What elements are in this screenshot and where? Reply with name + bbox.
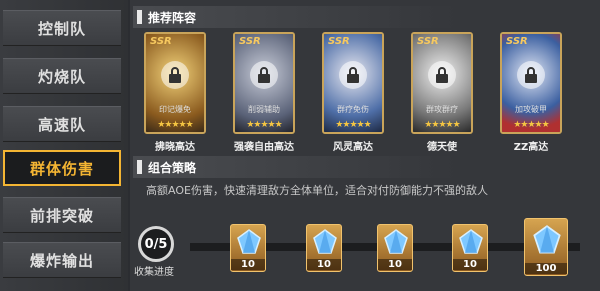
blue-crystal-icon — [384, 229, 408, 254]
unit-name-3: 风灵高达 — [333, 142, 373, 153]
reward-chest-4[interactable]: 10 — [452, 224, 488, 272]
tab-control-team[interactable]: 控制队 — [3, 10, 121, 46]
lock-icon — [517, 61, 545, 90]
lock-icon — [250, 61, 278, 90]
star-rating: ★★★★★ — [424, 120, 460, 130]
team-type-sidebar: 控制队 灼烧队 高速队 群体伤害 前排突破 爆炸输出 — [0, 0, 128, 291]
blue-crystal-icon — [313, 229, 337, 254]
rarity-badge: SSR — [506, 36, 528, 47]
star-rating: ★★★★★ — [157, 120, 193, 130]
unit-card-2[interactable]: SSR 削弱辅助 ★★★★★ — [233, 32, 295, 134]
unit-name-1: 拂晓高达 — [155, 142, 195, 153]
reward-chest-1[interactable]: 10 — [230, 224, 266, 272]
unit-name-4: 德天使 — [427, 142, 457, 153]
tab-group-damage[interactable]: 群体伤害 — [3, 150, 121, 186]
unit-name-5: ZZ高达 — [513, 142, 549, 153]
tab-burn-team[interactable]: 灼烧队 — [3, 58, 121, 94]
unit-role-tag: 加攻破甲 — [515, 105, 547, 114]
recommended-header: 推荐阵容 — [133, 6, 595, 28]
unit-role-tag: 削弱辅助 — [248, 105, 280, 114]
blue-crystal-icon — [459, 229, 483, 254]
unit-card-4[interactable]: SSR 群攻群疗 ★★★★★ — [411, 32, 473, 134]
star-rating: ★★★★★ — [513, 120, 549, 130]
reward-count: 10 — [231, 259, 265, 270]
unit-name-2: 强袭自由高达 — [234, 142, 294, 153]
blue-crystal-icon — [533, 225, 561, 254]
reward-count: 10 — [307, 259, 341, 270]
tab-speed-team[interactable]: 高速队 — [3, 106, 121, 142]
header-bar-icon — [137, 10, 142, 24]
lock-icon — [161, 61, 189, 90]
unit-card-1[interactable]: SSR 印记爆免 ★★★★★ — [144, 32, 206, 134]
reward-count: 10 — [453, 259, 487, 270]
unit-role-tag: 印记爆免 — [159, 105, 191, 114]
collection-progress-counter: 0/5 — [138, 226, 174, 262]
reward-count: 10 — [378, 259, 412, 270]
reward-count: 100 — [525, 263, 567, 274]
unit-role-tag: 群攻群疗 — [426, 105, 458, 114]
strategy-description: 高额AOE伤害，快速清理敌方全体单位，适合对付防御能力不强的敌人 — [146, 184, 488, 197]
strategy-title: 组合策略 — [148, 160, 197, 175]
lock-icon — [339, 61, 367, 90]
rarity-badge: SSR — [328, 36, 350, 47]
unit-card-3[interactable]: SSR 群疗免伤 ★★★★★ — [322, 32, 384, 134]
recommended-title: 推荐阵容 — [148, 10, 197, 25]
rarity-badge: SSR — [417, 36, 439, 47]
header-bar-icon — [137, 160, 142, 174]
star-rating: ★★★★★ — [246, 120, 282, 130]
tab-front-breakthrough[interactable]: 前排突破 — [3, 197, 121, 233]
reward-chest-2[interactable]: 10 — [306, 224, 342, 272]
star-rating: ★★★★★ — [335, 120, 371, 130]
blue-crystal-icon — [237, 229, 261, 254]
reward-chest-3[interactable]: 10 — [377, 224, 413, 272]
collection-progress-label: 收集进度 — [134, 267, 174, 278]
unit-role-tag: 群疗免伤 — [337, 105, 369, 114]
lock-icon — [428, 61, 456, 90]
team-detail-panel: 推荐阵容 SSR 印记爆免 ★★★★★ 拂晓高达 SSR 削弱辅助 ★★★★★ … — [130, 0, 600, 291]
strategy-header: 组合策略 — [133, 156, 595, 178]
tab-explosive-output[interactable]: 爆炸输出 — [3, 242, 121, 278]
unit-card-5[interactable]: SSR 加攻破甲 ★★★★★ — [500, 32, 562, 134]
reward-chest-final[interactable]: 100 — [524, 218, 568, 276]
rarity-badge: SSR — [150, 36, 172, 47]
rarity-badge: SSR — [239, 36, 261, 47]
